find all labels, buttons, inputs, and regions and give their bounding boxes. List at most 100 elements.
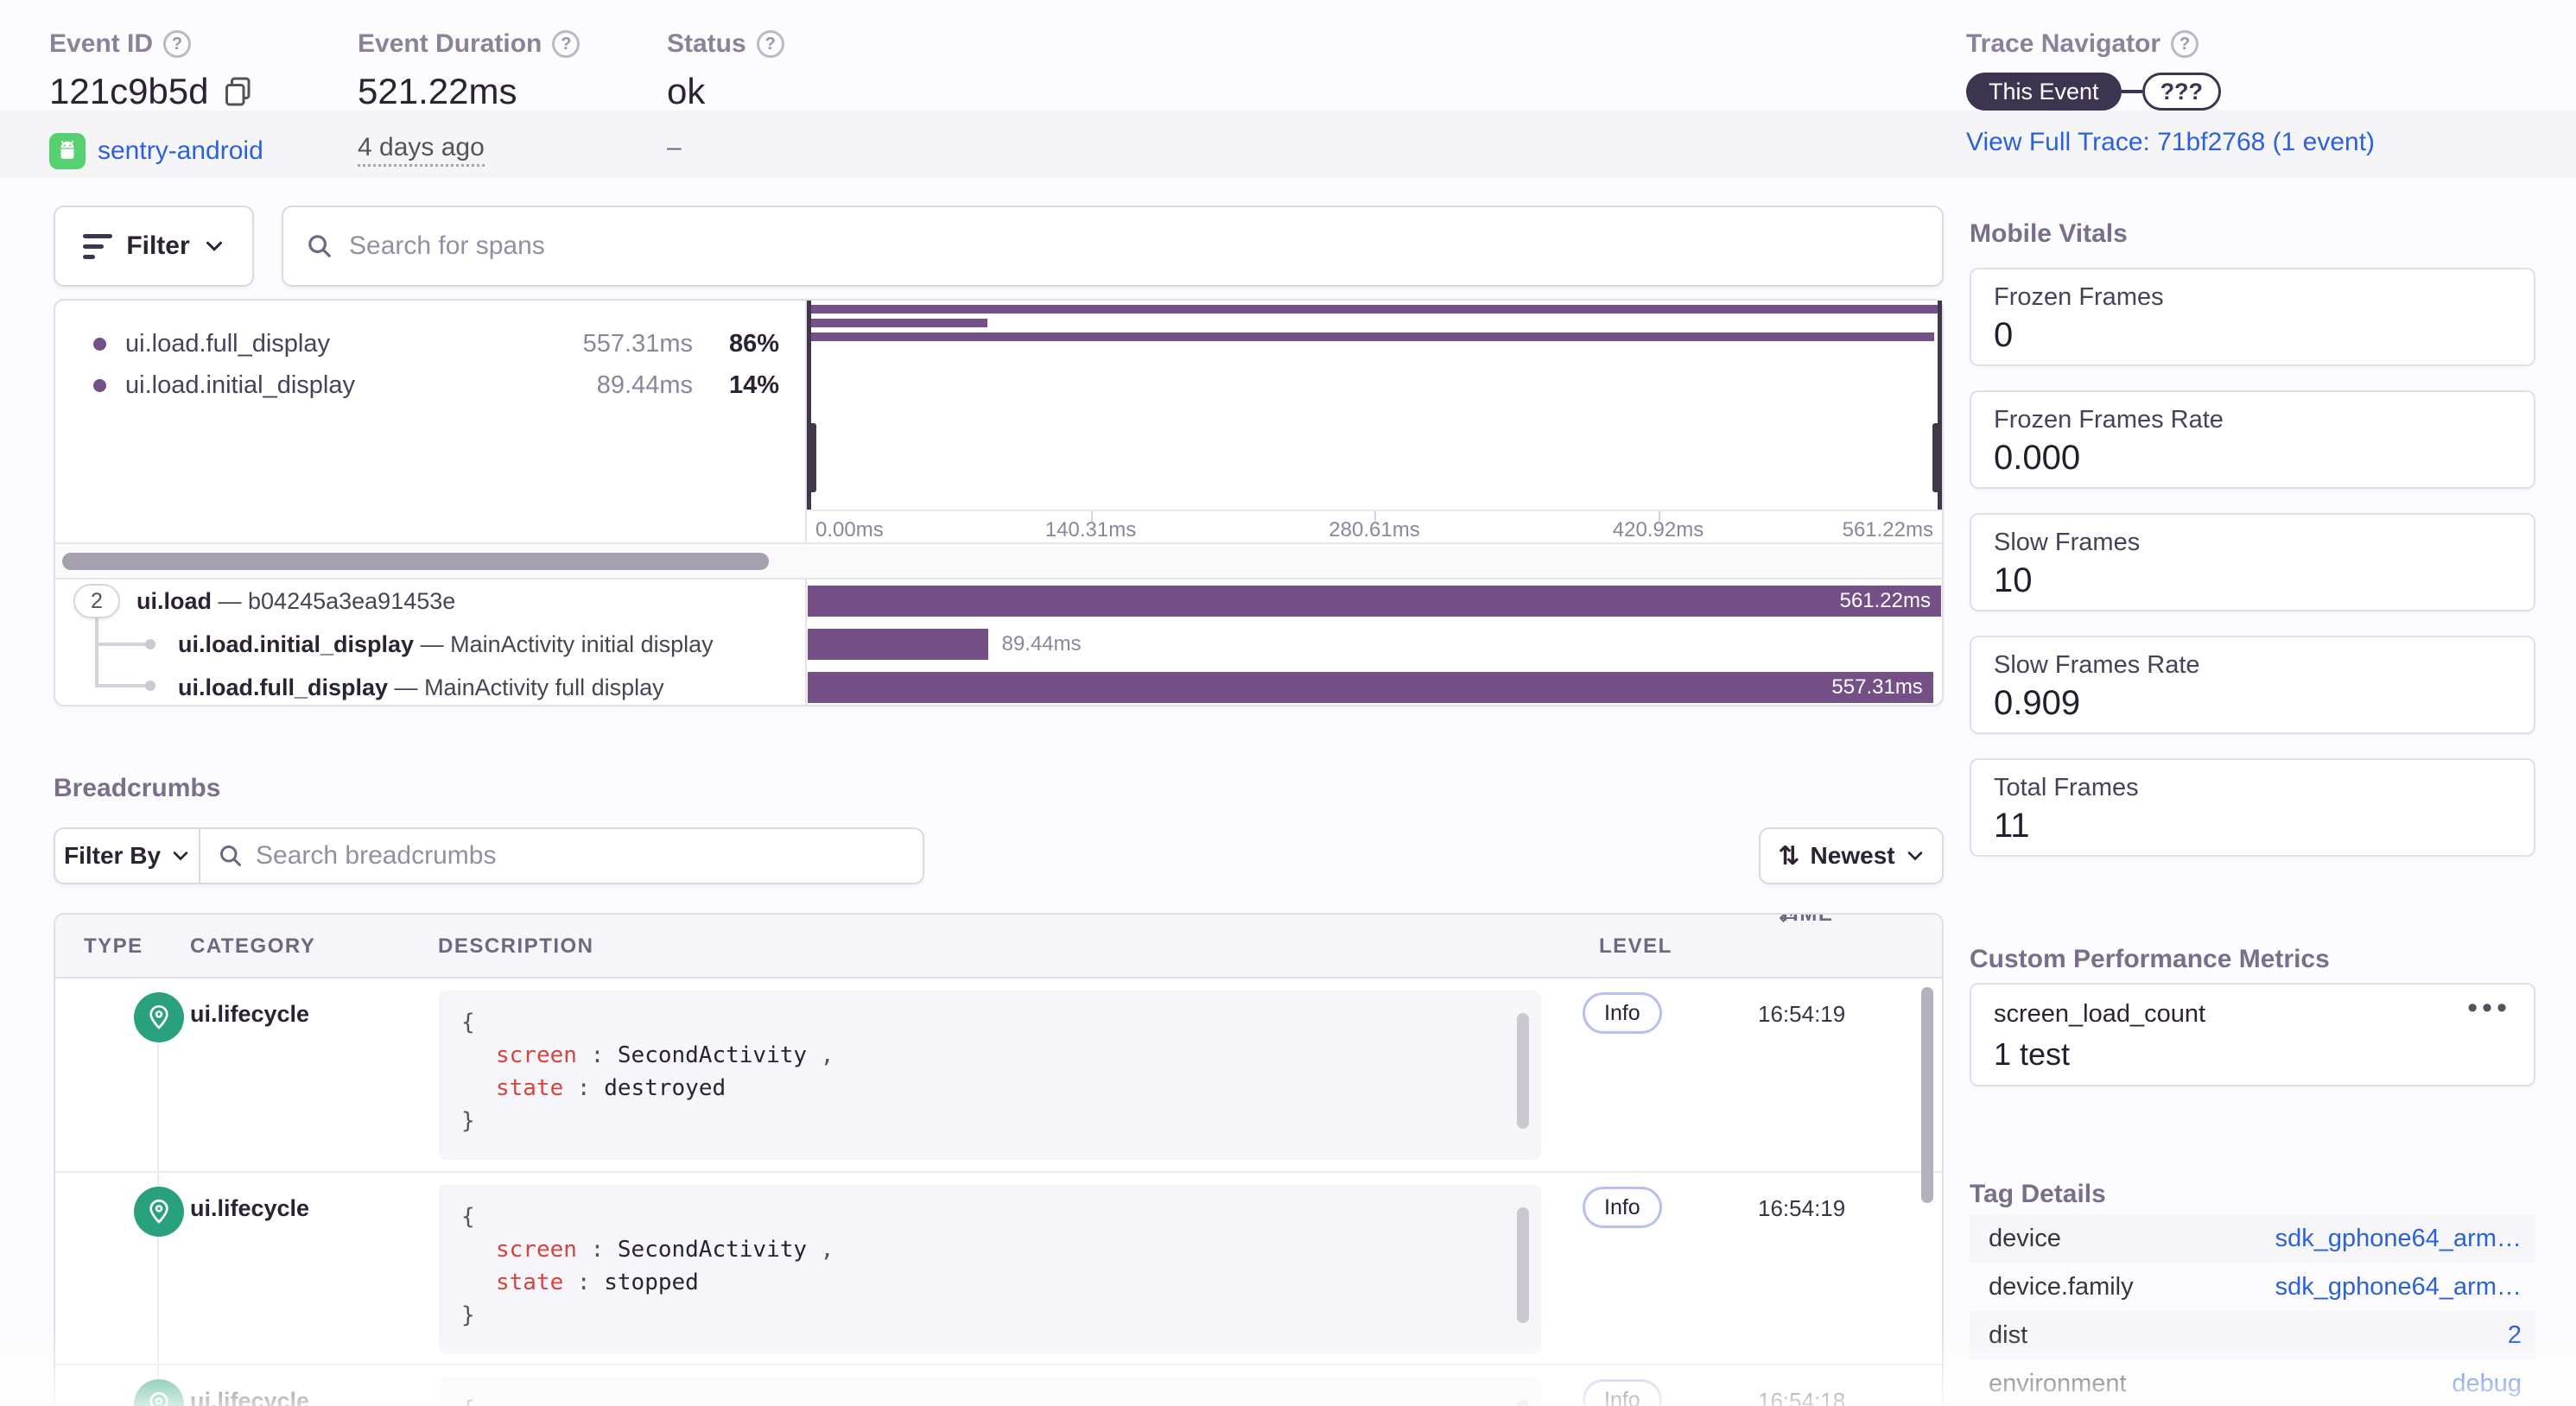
android-project-icon [49,133,86,169]
tag-row: device sdk_gphone64_arm… [1970,1214,2535,1263]
help-icon[interactable] [552,30,581,58]
axis-tick: 420.92ms [1612,518,1704,542]
view-full-trace-link[interactable]: View Full Trace: 71bf2768 (1 event) [1966,128,2375,156]
level-badge: Info [1583,1187,1662,1228]
spans-filter-label: Filter [126,231,190,260]
breadcrumbs-filter-button[interactable]: Filter By [54,827,200,884]
span-minimap[interactable] [807,301,1942,510]
tag-value-link[interactable]: sdk_gphone64_arm… [2275,1225,2522,1253]
custom-metrics-title: Custom Performance Metrics [1970,945,2330,973]
breadcrumb-code[interactable]: { screen : SecondActivity , state : dest… [439,991,1541,1160]
legend-name: ui.load.full_display [125,329,330,358]
span-color-dot [93,337,106,351]
breadcrumb-category: ui.lifecycle [190,1195,310,1221]
span-op: ui.load.initial_display [178,631,415,657]
span-row[interactable]: ui.load.full_display — MainActivity full… [55,666,1942,709]
span-sep: — [388,674,425,700]
level-badge: Info [1583,992,1662,1034]
this-event-pill[interactable]: This Event [1966,73,2122,111]
table-vscrollbar-thumb[interactable] [1921,987,1933,1203]
span-row[interactable]: 2 ui.load — b04245a3ea91453e 561.22ms [55,580,1942,623]
event-age[interactable]: 4 days ago [358,133,485,167]
breadcrumb-row[interactable]: ui.lifecycle { screen : SecondActivity ,… [55,1171,1942,1364]
axis-tick: 561.22ms [1842,518,1933,542]
vital-card: Frozen Frames 0 [1970,268,2535,366]
col-level: LEVEL [1599,934,1672,958]
next-event-pill[interactable]: ??? [2141,73,2222,111]
breadcrumb-code[interactable]: { [439,1378,1541,1406]
tree-hscrollbar-track[interactable] [55,542,1942,580]
status-meta: – [667,133,682,162]
lifecycle-pin-icon [134,992,184,1042]
span-bar[interactable]: 557.31ms [808,672,1933,703]
span-color-dot [93,378,106,392]
code-line: { [461,1010,475,1036]
event-duration-value: 521.22ms [358,71,517,111]
breadcrumb-row[interactable]: ui.lifecycle { screen : SecondActivity ,… [55,978,1942,1171]
spans-filter-button[interactable]: Filter [54,206,254,287]
tree-hscrollbar-thumb[interactable] [62,553,769,570]
legend-item[interactable]: ui.load.full_display 557.31ms 86% [55,323,805,364]
legend-duration: 89.44ms [596,370,693,399]
project-link[interactable]: sentry-android [98,136,263,166]
tag-key: device [1989,1224,2061,1252]
vital-label: Total Frames [1994,774,2139,801]
custom-metric-card: screen_load_count ••• 1 test [1970,983,2535,1086]
event-id-value: 121c9b5d [49,71,209,111]
time-axis: 0.00ms 140.31ms 280.61ms 420.92ms 561.22… [807,510,1942,542]
tag-key: environment [1989,1369,2127,1397]
code-line: screen : SecondActivity , [496,1042,834,1068]
vital-label: Frozen Frames [1994,283,2164,311]
span-sep: — [212,588,249,614]
span-bar[interactable]: 561.22ms [808,586,1941,617]
breadcrumb-time: 16:54:19 [1758,1001,1846,1027]
code-line: { [461,1204,475,1230]
copy-icon[interactable] [223,74,254,109]
breadcrumb-code[interactable]: { screen : SecondActivity , state : stop… [439,1185,1541,1354]
span-duration: 561.22ms [1839,589,1931,612]
trace-connector [2121,90,2142,93]
help-icon[interactable] [756,30,784,58]
help-icon[interactable] [2171,30,2199,58]
code-scrollbar-thumb[interactable] [1517,1400,1529,1406]
breadcrumb-row[interactable]: ui.lifecycle { Info 16:54:18 [55,1364,1942,1406]
spans-search-input[interactable] [349,231,1919,261]
minimap-left-handle[interactable] [807,301,816,510]
span-waterfall-card: ui.load.full_display 557.31ms 86% ui.loa… [54,299,1944,706]
span-description: MainActivity full display [424,674,664,700]
level-badge: Info [1583,1379,1662,1406]
breadcrumbs-table-header: TYPE CATEGORY DESCRIPTION LEVEL ⇄ TIME [55,915,1942,978]
vital-card: Total Frames 11 [1970,758,2535,857]
breadcrumbs-filter-label: Filter By [63,842,162,869]
lifecycle-pin-icon [134,1187,184,1237]
event-duration-label: Event Duration [358,29,542,58]
code-scrollbar-thumb[interactable] [1517,1207,1529,1323]
code-line: } [461,1108,475,1134]
status-value: ok [667,71,706,111]
breadcrumb-category: ui.lifecycle [190,1001,310,1027]
code-line: state : destroyed [496,1075,726,1101]
minimap-right-handle[interactable] [1932,301,1942,510]
tag-row: environment debug [1970,1359,2535,1406]
breadcrumbs-sort-button[interactable]: ⇅ Newest [1759,827,1944,884]
span-row[interactable]: ui.load.initial_display — MainActivity i… [55,623,1942,666]
chevron-down-icon [206,241,222,251]
status-label: Status [667,29,746,58]
sort-arrows-icon: ⇅ [1778,840,1800,871]
vital-value: 11 [1994,807,2030,845]
tag-value-link[interactable]: sdk_gphone64_arm… [2275,1273,2522,1302]
tag-details-title: Tag Details [1970,1180,2106,1208]
breadcrumbs-search-input[interactable] [256,841,905,871]
help-icon[interactable] [163,30,192,58]
lifecycle-pin-icon [134,1379,184,1406]
tag-value-link[interactable]: 2 [2508,1321,2522,1350]
ellipsis-menu-icon[interactable]: ••• [2467,991,2511,1025]
code-line: } [461,1302,475,1328]
code-scrollbar-thumb[interactable] [1517,1013,1529,1129]
spans-search-box[interactable] [282,206,1944,287]
breadcrumbs-search-box[interactable] [199,827,924,884]
breadcrumb-category: ui.lifecycle [190,1388,310,1406]
span-bar[interactable] [808,629,988,660]
legend-item[interactable]: ui.load.initial_display 89.44ms 14% [55,364,805,406]
tag-value-link[interactable]: debug [2452,1370,2522,1398]
